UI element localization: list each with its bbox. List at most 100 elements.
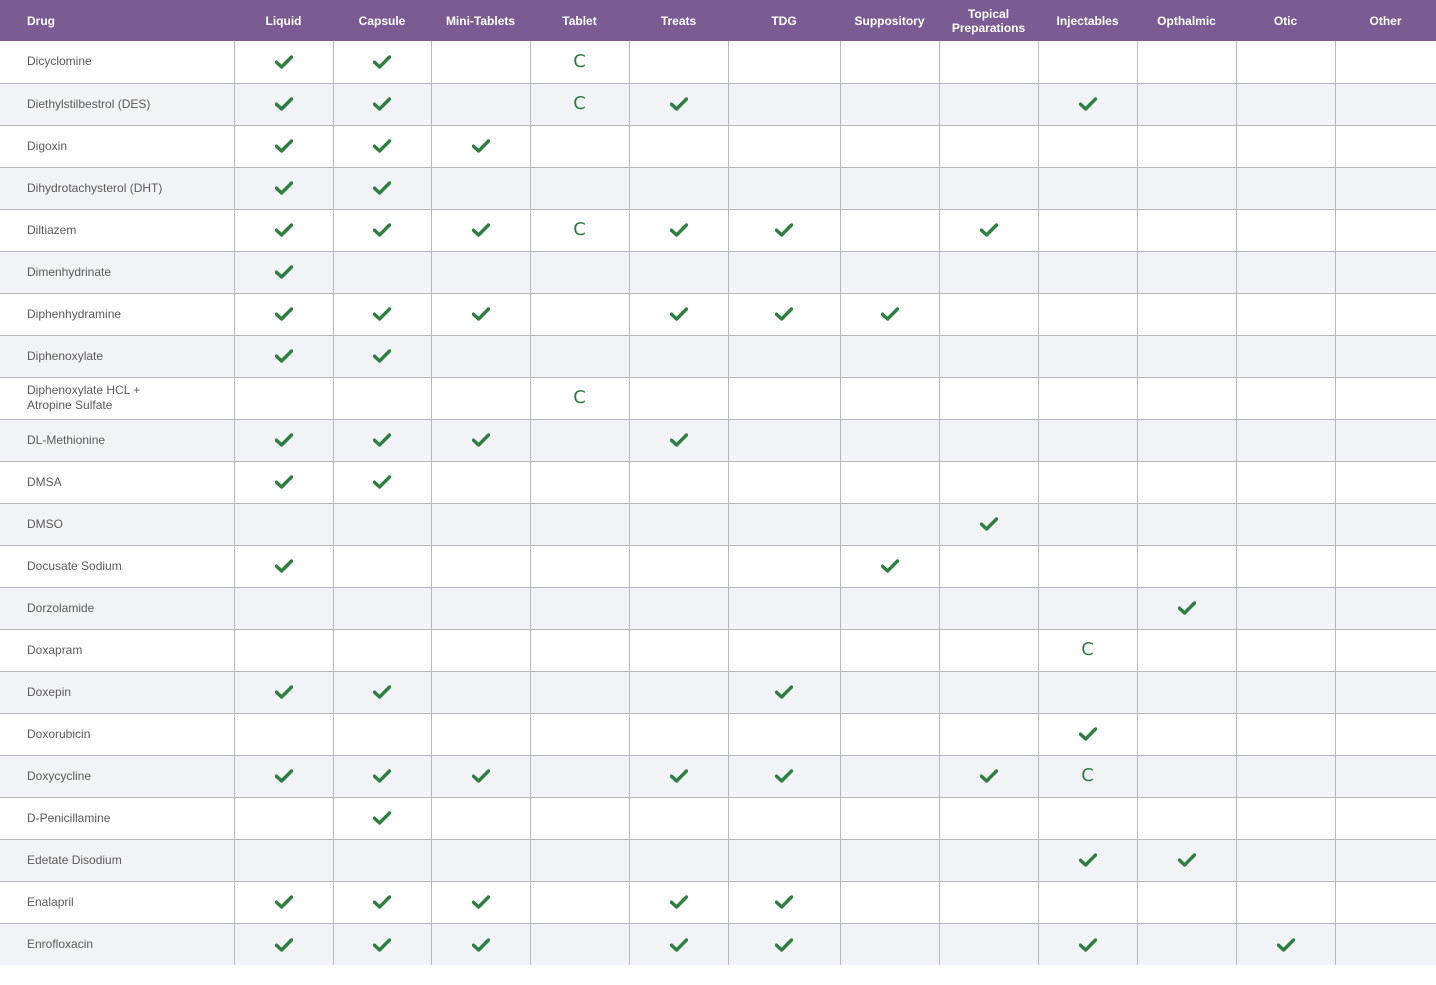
- table-cell: [332, 460, 431, 503]
- table-cell: [233, 334, 333, 377]
- table-cell: [938, 754, 1038, 797]
- table-cell: [628, 670, 728, 713]
- table-cell: [1334, 796, 1436, 839]
- table-cell: [938, 460, 1038, 503]
- table-cell: [529, 628, 629, 671]
- table-cell: [839, 166, 939, 209]
- table-row: Dorzolamide: [0, 586, 1436, 629]
- table-cell: [332, 208, 431, 251]
- table-cell: [1334, 166, 1436, 209]
- table-cell: [529, 250, 629, 293]
- table-cell: [332, 670, 431, 713]
- table-row: Docusate Sodium: [0, 544, 1436, 587]
- table-cell: [1235, 880, 1335, 923]
- table-row: Diphenhydramine: [0, 292, 1436, 335]
- check-icon: [669, 223, 688, 238]
- check-icon: [669, 895, 688, 910]
- table-row: Digoxin: [0, 124, 1436, 167]
- table-cell: [430, 670, 530, 713]
- table-cell: [529, 712, 629, 755]
- check-icon: [274, 895, 293, 910]
- table-cell: [1334, 376, 1436, 419]
- table-row: Doxorubicin: [0, 712, 1436, 755]
- table-cell: [1037, 586, 1137, 629]
- c-mark: C: [573, 387, 586, 408]
- table-cell: [332, 292, 431, 335]
- table-cell: [332, 334, 431, 377]
- table-cell: [1235, 418, 1335, 461]
- table-cell: [628, 124, 728, 167]
- table-cell: [839, 586, 939, 629]
- table-cell: [628, 796, 728, 839]
- check-icon: [471, 223, 490, 238]
- column-header: Tablet: [530, 0, 629, 41]
- table-cell: [430, 418, 530, 461]
- check-icon: [979, 769, 998, 784]
- table-cell: [727, 796, 840, 839]
- c-mark: C: [1081, 639, 1094, 660]
- table-cell: [233, 292, 333, 335]
- check-icon: [1177, 601, 1196, 616]
- table-cell: [430, 208, 530, 251]
- table-cell: [628, 628, 728, 671]
- table-cell: [727, 712, 840, 755]
- table-cell: [529, 586, 629, 629]
- table-row: Dicyclomine C: [0, 41, 1436, 83]
- check-icon: [274, 181, 293, 196]
- drug-name: Digoxin: [0, 124, 234, 167]
- table-cell: [839, 838, 939, 881]
- drug-name: Dimenhydrinate: [0, 250, 234, 293]
- table-cell: [233, 124, 333, 167]
- check-icon: [471, 139, 490, 154]
- table-cell: [332, 628, 431, 671]
- table-row: DMSA: [0, 460, 1436, 503]
- table-cell: [1136, 628, 1236, 671]
- table-cell: [233, 586, 333, 629]
- table-cell: [1136, 922, 1236, 965]
- table-row: Doxapram C: [0, 628, 1436, 671]
- drug-formulation-table: Drug Liquid Capsule Mini-Tablets Tablet Treat…: [0, 0, 1436, 965]
- drug-name: Doxycycline: [0, 754, 234, 797]
- table-cell: [430, 544, 530, 587]
- table-cell: [628, 460, 728, 503]
- check-icon: [373, 769, 391, 784]
- drug-name: DMSO: [0, 502, 234, 545]
- check-icon: [471, 895, 490, 910]
- check-icon: [373, 139, 391, 154]
- table-cell: [1037, 124, 1137, 167]
- column-header: Mini-Tablets: [431, 0, 530, 41]
- table-cell: [430, 82, 530, 125]
- table-cell: [430, 754, 530, 797]
- table-cell: [1235, 670, 1335, 713]
- table-cell: [628, 880, 728, 923]
- table-cell: [628, 82, 728, 125]
- table-cell: [628, 838, 728, 881]
- table-cell: [529, 166, 629, 209]
- table-row: Diphenoxylate: [0, 334, 1436, 377]
- table-cell: C: [1037, 754, 1137, 797]
- check-icon: [373, 97, 391, 112]
- table-cell: [1334, 418, 1436, 461]
- table-cell: [430, 586, 530, 629]
- table-row: Enrofloxacin: [0, 922, 1436, 965]
- table-cell: [1334, 712, 1436, 755]
- check-icon: [274, 223, 293, 238]
- table-cell: [628, 208, 728, 251]
- table-cell: [332, 376, 431, 419]
- check-icon: [471, 433, 490, 448]
- table-cell: C: [529, 41, 629, 83]
- table-cell: [1136, 796, 1236, 839]
- drug-name: Dicyclomine: [27, 54, 92, 69]
- table-cell: [233, 41, 333, 83]
- table-cell: [529, 880, 629, 923]
- check-icon: [274, 139, 293, 154]
- check-icon: [373, 433, 391, 448]
- table-cell: [628, 502, 728, 545]
- table-cell: [430, 124, 530, 167]
- check-icon: [775, 307, 793, 322]
- drug-name: Doxapram: [0, 628, 234, 671]
- table-cell: [233, 922, 333, 965]
- check-icon: [274, 433, 293, 448]
- table-cell: [332, 418, 431, 461]
- table-cell: [1235, 334, 1335, 377]
